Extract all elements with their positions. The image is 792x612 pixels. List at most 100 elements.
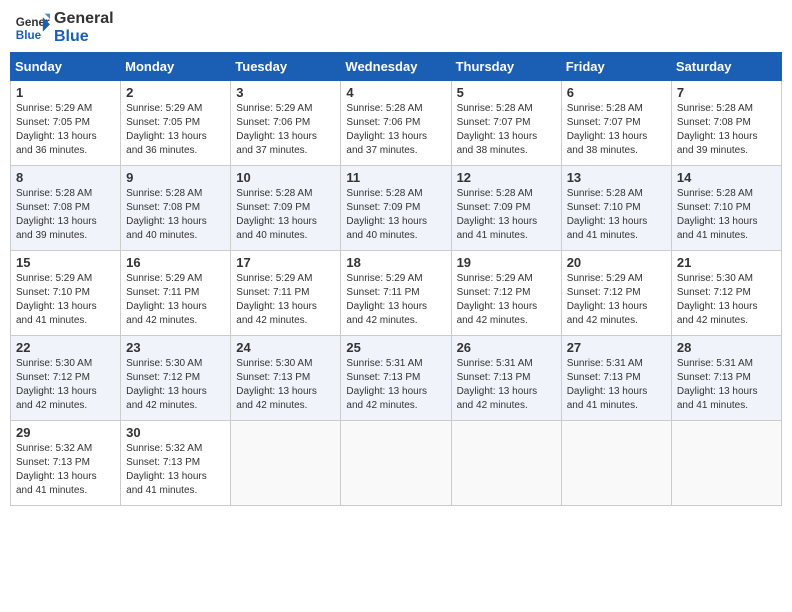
day-info: Sunrise: 5:31 AM Sunset: 7:13 PM Dayligh… xyxy=(677,357,776,413)
day-cell-7: 7 Sunrise: 5:28 AM Sunset: 7:08 PM Dayli… xyxy=(671,81,781,166)
day-cell-4: 4 Sunrise: 5:28 AM Sunset: 7:06 PM Dayli… xyxy=(341,81,451,166)
day-number: 8 xyxy=(16,170,115,185)
day-cell-13: 13 Sunrise: 5:28 AM Sunset: 7:10 PM Dayl… xyxy=(561,166,671,251)
day-number: 21 xyxy=(677,255,776,270)
day-info: Sunrise: 5:31 AM Sunset: 7:13 PM Dayligh… xyxy=(346,357,445,413)
calendar-week-4: 22 Sunrise: 5:30 AM Sunset: 7:12 PM Dayl… xyxy=(11,336,782,421)
day-info: Sunrise: 5:29 AM Sunset: 7:11 PM Dayligh… xyxy=(346,272,445,328)
day-info: Sunrise: 5:28 AM Sunset: 7:07 PM Dayligh… xyxy=(567,102,666,158)
day-info: Sunrise: 5:29 AM Sunset: 7:12 PM Dayligh… xyxy=(567,272,666,328)
day-info: Sunrise: 5:29 AM Sunset: 7:05 PM Dayligh… xyxy=(126,102,225,158)
day-number: 15 xyxy=(16,255,115,270)
day-info: Sunrise: 5:28 AM Sunset: 7:09 PM Dayligh… xyxy=(457,187,556,243)
day-info: Sunrise: 5:30 AM Sunset: 7:12 PM Dayligh… xyxy=(126,357,225,413)
day-number: 26 xyxy=(457,340,556,355)
calendar-table: SundayMondayTuesdayWednesdayThursdayFrid… xyxy=(10,52,782,506)
day-number: 23 xyxy=(126,340,225,355)
day-cell-8: 8 Sunrise: 5:28 AM Sunset: 7:08 PM Dayli… xyxy=(11,166,121,251)
day-number: 29 xyxy=(16,425,115,440)
header-friday: Friday xyxy=(561,53,671,81)
day-cell-9: 9 Sunrise: 5:28 AM Sunset: 7:08 PM Dayli… xyxy=(121,166,231,251)
svg-text:Blue: Blue xyxy=(16,29,42,42)
day-cell-15: 15 Sunrise: 5:29 AM Sunset: 7:10 PM Dayl… xyxy=(11,251,121,336)
day-cell-17: 17 Sunrise: 5:29 AM Sunset: 7:11 PM Dayl… xyxy=(231,251,341,336)
day-number: 28 xyxy=(677,340,776,355)
logo-text-blue: Blue xyxy=(54,28,114,46)
day-number: 10 xyxy=(236,170,335,185)
empty-cell xyxy=(561,421,671,506)
day-cell-21: 21 Sunrise: 5:30 AM Sunset: 7:12 PM Dayl… xyxy=(671,251,781,336)
day-cell-2: 2 Sunrise: 5:29 AM Sunset: 7:05 PM Dayli… xyxy=(121,81,231,166)
day-cell-22: 22 Sunrise: 5:30 AM Sunset: 7:12 PM Dayl… xyxy=(11,336,121,421)
calendar-week-3: 15 Sunrise: 5:29 AM Sunset: 7:10 PM Dayl… xyxy=(11,251,782,336)
day-number: 25 xyxy=(346,340,445,355)
day-info: Sunrise: 5:28 AM Sunset: 7:08 PM Dayligh… xyxy=(16,187,115,243)
day-number: 24 xyxy=(236,340,335,355)
day-number: 9 xyxy=(126,170,225,185)
day-number: 4 xyxy=(346,85,445,100)
day-info: Sunrise: 5:29 AM Sunset: 7:12 PM Dayligh… xyxy=(457,272,556,328)
day-info: Sunrise: 5:29 AM Sunset: 7:06 PM Dayligh… xyxy=(236,102,335,158)
day-info: Sunrise: 5:29 AM Sunset: 7:10 PM Dayligh… xyxy=(16,272,115,328)
day-info: Sunrise: 5:29 AM Sunset: 7:05 PM Dayligh… xyxy=(16,102,115,158)
calendar-week-2: 8 Sunrise: 5:28 AM Sunset: 7:08 PM Dayli… xyxy=(11,166,782,251)
day-cell-18: 18 Sunrise: 5:29 AM Sunset: 7:11 PM Dayl… xyxy=(341,251,451,336)
header-tuesday: Tuesday xyxy=(231,53,341,81)
day-number: 1 xyxy=(16,85,115,100)
day-info: Sunrise: 5:29 AM Sunset: 7:11 PM Dayligh… xyxy=(236,272,335,328)
day-number: 16 xyxy=(126,255,225,270)
day-cell-12: 12 Sunrise: 5:28 AM Sunset: 7:09 PM Dayl… xyxy=(451,166,561,251)
day-cell-19: 19 Sunrise: 5:29 AM Sunset: 7:12 PM Dayl… xyxy=(451,251,561,336)
day-info: Sunrise: 5:28 AM Sunset: 7:09 PM Dayligh… xyxy=(236,187,335,243)
day-number: 11 xyxy=(346,170,445,185)
day-number: 6 xyxy=(567,85,666,100)
day-cell-6: 6 Sunrise: 5:28 AM Sunset: 7:07 PM Dayli… xyxy=(561,81,671,166)
day-info: Sunrise: 5:30 AM Sunset: 7:13 PM Dayligh… xyxy=(236,357,335,413)
calendar-week-5: 29 Sunrise: 5:32 AM Sunset: 7:13 PM Dayl… xyxy=(11,421,782,506)
empty-cell xyxy=(341,421,451,506)
day-number: 22 xyxy=(16,340,115,355)
day-cell-3: 3 Sunrise: 5:29 AM Sunset: 7:06 PM Dayli… xyxy=(231,81,341,166)
header-monday: Monday xyxy=(121,53,231,81)
day-number: 17 xyxy=(236,255,335,270)
day-number: 19 xyxy=(457,255,556,270)
day-info: Sunrise: 5:30 AM Sunset: 7:12 PM Dayligh… xyxy=(16,357,115,413)
empty-cell xyxy=(671,421,781,506)
day-info: Sunrise: 5:28 AM Sunset: 7:07 PM Dayligh… xyxy=(457,102,556,158)
day-cell-28: 28 Sunrise: 5:31 AM Sunset: 7:13 PM Dayl… xyxy=(671,336,781,421)
day-info: Sunrise: 5:28 AM Sunset: 7:10 PM Dayligh… xyxy=(677,187,776,243)
day-cell-27: 27 Sunrise: 5:31 AM Sunset: 7:13 PM Dayl… xyxy=(561,336,671,421)
header-sunday: Sunday xyxy=(11,53,121,81)
day-info: Sunrise: 5:29 AM Sunset: 7:11 PM Dayligh… xyxy=(126,272,225,328)
day-cell-5: 5 Sunrise: 5:28 AM Sunset: 7:07 PM Dayli… xyxy=(451,81,561,166)
day-number: 14 xyxy=(677,170,776,185)
header-thursday: Thursday xyxy=(451,53,561,81)
day-number: 30 xyxy=(126,425,225,440)
day-info: Sunrise: 5:28 AM Sunset: 7:08 PM Dayligh… xyxy=(126,187,225,243)
day-info: Sunrise: 5:32 AM Sunset: 7:13 PM Dayligh… xyxy=(126,442,225,498)
empty-cell xyxy=(231,421,341,506)
day-number: 20 xyxy=(567,255,666,270)
day-info: Sunrise: 5:31 AM Sunset: 7:13 PM Dayligh… xyxy=(457,357,556,413)
header-row: SundayMondayTuesdayWednesdayThursdayFrid… xyxy=(11,53,782,81)
day-number: 27 xyxy=(567,340,666,355)
day-info: Sunrise: 5:30 AM Sunset: 7:12 PM Dayligh… xyxy=(677,272,776,328)
header-saturday: Saturday xyxy=(671,53,781,81)
day-cell-24: 24 Sunrise: 5:30 AM Sunset: 7:13 PM Dayl… xyxy=(231,336,341,421)
day-cell-25: 25 Sunrise: 5:31 AM Sunset: 7:13 PM Dayl… xyxy=(341,336,451,421)
day-cell-14: 14 Sunrise: 5:28 AM Sunset: 7:10 PM Dayl… xyxy=(671,166,781,251)
day-number: 2 xyxy=(126,85,225,100)
day-cell-10: 10 Sunrise: 5:28 AM Sunset: 7:09 PM Dayl… xyxy=(231,166,341,251)
empty-cell xyxy=(451,421,561,506)
day-number: 7 xyxy=(677,85,776,100)
day-cell-16: 16 Sunrise: 5:29 AM Sunset: 7:11 PM Dayl… xyxy=(121,251,231,336)
header-wednesday: Wednesday xyxy=(341,53,451,81)
day-info: Sunrise: 5:28 AM Sunset: 7:09 PM Dayligh… xyxy=(346,187,445,243)
day-info: Sunrise: 5:31 AM Sunset: 7:13 PM Dayligh… xyxy=(567,357,666,413)
logo-text-general: General xyxy=(54,10,114,28)
day-cell-26: 26 Sunrise: 5:31 AM Sunset: 7:13 PM Dayl… xyxy=(451,336,561,421)
day-info: Sunrise: 5:28 AM Sunset: 7:08 PM Dayligh… xyxy=(677,102,776,158)
day-cell-30: 30 Sunrise: 5:32 AM Sunset: 7:13 PM Dayl… xyxy=(121,421,231,506)
day-info: Sunrise: 5:28 AM Sunset: 7:10 PM Dayligh… xyxy=(567,187,666,243)
page-header: General Blue General Blue xyxy=(10,10,782,46)
